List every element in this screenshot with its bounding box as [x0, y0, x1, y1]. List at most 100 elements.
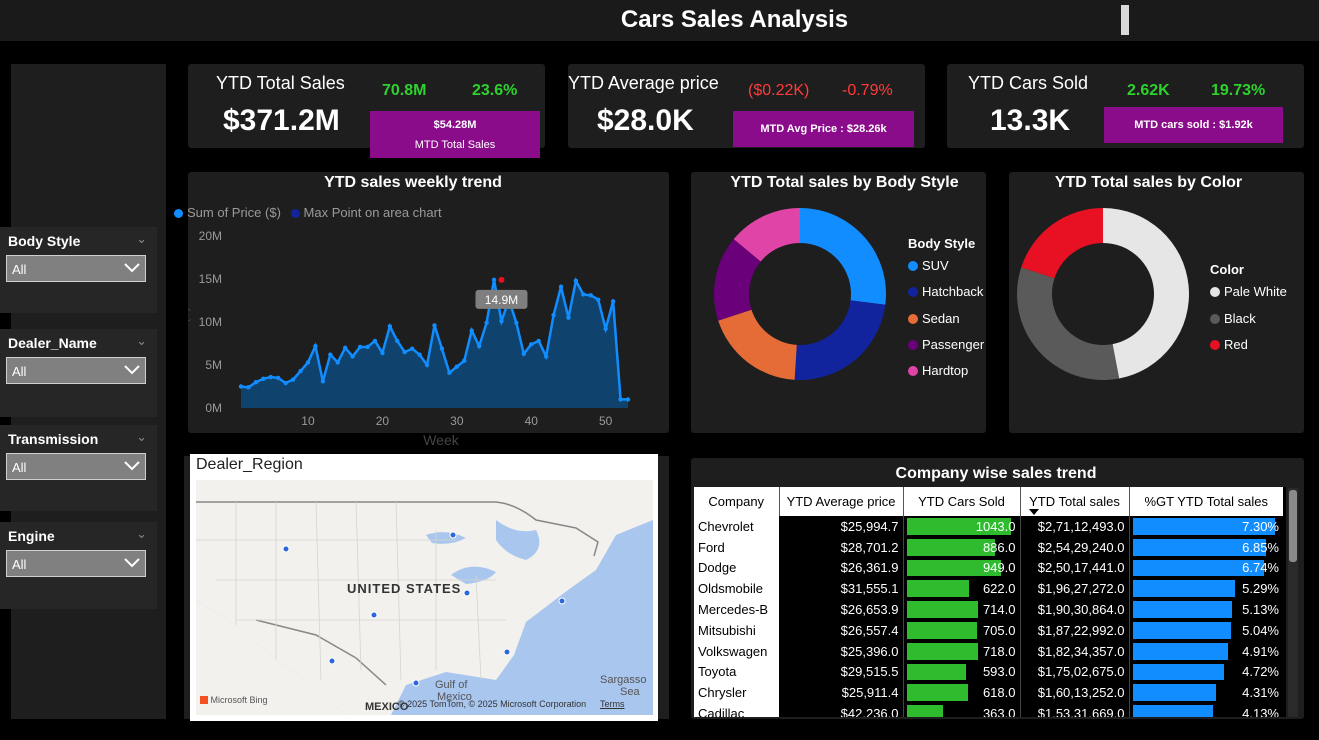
- legend-item[interactable]: Red: [1210, 337, 1248, 352]
- data-point[interactable]: [484, 320, 489, 326]
- data-point[interactable]: [491, 277, 497, 283]
- donut-slice[interactable]: [1021, 208, 1103, 279]
- col-header[interactable]: YTD Cars Sold: [903, 487, 1021, 516]
- data-point[interactable]: [328, 352, 333, 357]
- data-point[interactable]: [402, 349, 407, 355]
- table-row[interactable]: Oldsmobile $31,555.1 622.0 $1,96,27,272.0 5.…: [694, 578, 1283, 600]
- slicer-engine[interactable]: Engine ⌄ All: [0, 522, 157, 609]
- table-row[interactable]: Dodge $26,361.9 949.0 $2,50,17,441.0 6.74%: [694, 557, 1283, 579]
- body-style-dropdown[interactable]: All: [6, 255, 146, 282]
- data-point[interactable]: [417, 352, 422, 357]
- company-table-wrap[interactable]: Company YTD Average price YTD Cars Sold …: [694, 487, 1286, 717]
- chevron-down-icon[interactable]: ⌄: [136, 429, 147, 445]
- data-point[interactable]: [596, 297, 601, 302]
- data-point[interactable]: [342, 345, 348, 350]
- data-point[interactable]: [625, 397, 631, 402]
- data-point[interactable]: [469, 328, 474, 333]
- sort-desc-icon[interactable]: [1028, 509, 1039, 515]
- body-style-card[interactable]: YTD Total sales by Body Style Body Style…: [691, 172, 986, 433]
- table-row[interactable]: Cadillac $42,236.0 363.0 $1,53,31,669.0 4.13…: [694, 703, 1283, 717]
- data-point[interactable]: [521, 351, 527, 357]
- legend-item[interactable]: Hardtop: [908, 363, 968, 378]
- data-point[interactable]: [424, 362, 430, 368]
- slicer-body-style[interactable]: Body Style ⌄ All: [0, 227, 157, 313]
- data-point[interactable]: [238, 384, 244, 389]
- max-point[interactable]: [498, 276, 505, 283]
- table-scrollbar[interactable]: [1288, 488, 1298, 717]
- dealer-name-dropdown[interactable]: All: [6, 357, 146, 384]
- col-header[interactable]: %GT YTD Total sales: [1129, 487, 1283, 516]
- data-point[interactable]: [395, 338, 400, 344]
- table-row[interactable]: Mercedes-B $26,653.9 714.0 $1,90,30,864.0 5.…: [694, 599, 1283, 620]
- engine-dropdown[interactable]: All: [6, 550, 146, 577]
- data-point[interactable]: [543, 354, 549, 359]
- data-point[interactable]: [276, 375, 281, 381]
- data-point[interactable]: [573, 278, 579, 283]
- data-point[interactable]: [454, 364, 460, 369]
- data-point[interactable]: [618, 397, 623, 402]
- table-row[interactable]: Ford $28,701.2 886.0 $2,54,29,240.0 6.85%: [694, 536, 1283, 558]
- col-header[interactable]: YTD Average price: [779, 487, 904, 516]
- donut-slice[interactable]: [794, 300, 886, 380]
- company-table-card[interactable]: Company wise sales trend Company YTD Ave…: [691, 458, 1304, 719]
- chevron-down-icon[interactable]: ⌄: [136, 231, 147, 247]
- data-point[interactable]: [253, 380, 259, 385]
- col-header[interactable]: Company: [694, 487, 780, 516]
- data-point[interactable]: [499, 318, 504, 324]
- data-point[interactable]: [313, 343, 318, 349]
- legend-item[interactable]: Black: [1210, 311, 1256, 326]
- data-point[interactable]: [439, 346, 445, 351]
- body-style-donut[interactable]: [691, 172, 986, 433]
- weekly-trend-chart[interactable]: 0M 5M 10M 15M 20M 10 20 30 40 50 Week Sum of Price …: [188, 172, 669, 448]
- table-row[interactable]: Toyota $29,515.5 593.0 $1,75,02,675.0 4.72%: [694, 661, 1283, 683]
- col-header[interactable]: YTD Total sales: [1020, 487, 1130, 516]
- data-point[interactable]: [536, 338, 541, 344]
- resize-handle[interactable]: [1121, 5, 1129, 35]
- data-point[interactable]: [610, 299, 616, 304]
- map-card[interactable]: Dealer_Region UNITED STATES MEXICO Gulf …: [190, 454, 658, 721]
- data-point[interactable]: [335, 360, 340, 365]
- data-point[interactable]: [603, 326, 608, 332]
- data-point[interactable]: [409, 346, 415, 351]
- data-point[interactable]: [514, 320, 519, 326]
- data-point[interactable]: [558, 284, 564, 289]
- data-point[interactable]: [298, 368, 303, 374]
- data-point[interactable]: [476, 343, 482, 349]
- data-point[interactable]: [261, 376, 266, 381]
- data-point[interactable]: [432, 323, 437, 328]
- color-donut[interactable]: [1009, 172, 1304, 433]
- data-point[interactable]: [387, 324, 393, 329]
- weekly-trend-card[interactable]: YTD sales weekly trend Sum of Price ($) …: [174, 172, 669, 448]
- data-point[interactable]: [566, 315, 571, 320]
- data-point[interactable]: [268, 374, 273, 380]
- legend-item[interactable]: SUV: [908, 258, 949, 273]
- data-point[interactable]: [372, 338, 378, 344]
- donut-slice[interactable]: [718, 309, 797, 380]
- data-point[interactable]: [529, 342, 534, 347]
- data-point[interactable]: [581, 292, 586, 297]
- data-point[interactable]: [380, 350, 385, 356]
- legend-item[interactable]: Hatchback: [908, 284, 983, 299]
- data-point[interactable]: [305, 360, 311, 365]
- data-point[interactable]: [588, 293, 593, 298]
- scrollbar-thumb[interactable]: [1289, 490, 1297, 562]
- slicer-dealer-name[interactable]: Dealer_Name ⌄ All: [0, 329, 157, 417]
- map-terms-link[interactable]: Terms: [600, 699, 625, 709]
- chevron-down-icon[interactable]: ⌄: [136, 333, 147, 349]
- data-point[interactable]: [462, 358, 467, 363]
- table-row[interactable]: Chevrolet $25,994.7 1043.0 $2,71,12,493.0 7.…: [694, 516, 1283, 537]
- legend-item[interactable]: Pale White: [1210, 284, 1287, 299]
- data-point[interactable]: [447, 370, 452, 375]
- slicer-transmission[interactable]: Transmission ⌄ All: [0, 425, 157, 511]
- data-point[interactable]: [283, 380, 288, 386]
- data-point[interactable]: [350, 354, 355, 359]
- data-point[interactable]: [365, 344, 370, 350]
- table-row[interactable]: Volkswagen $25,396.0 718.0 $1,82,34,357.0 4.…: [694, 640, 1283, 662]
- donut-slice[interactable]: [1103, 208, 1189, 379]
- dealer-region-map[interactable]: [196, 480, 653, 715]
- legend-item[interactable]: Passenger: [908, 337, 984, 352]
- table-row[interactable]: Chrysler $25,911.4 618.0 $1,60,13,252.0 4.31…: [694, 682, 1283, 704]
- data-point[interactable]: [551, 312, 556, 318]
- data-point[interactable]: [357, 344, 363, 350]
- transmission-dropdown[interactable]: All: [6, 453, 146, 480]
